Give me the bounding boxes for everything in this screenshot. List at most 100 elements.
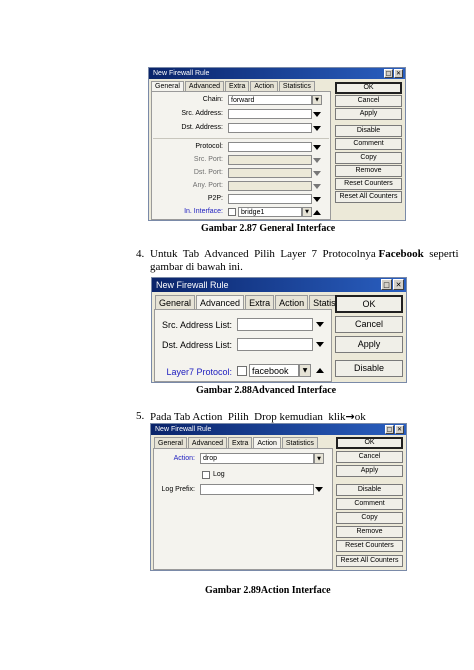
firewall-window-advanced: New Firewall Rule □ ✕ General Advanced E… [151,277,407,383]
in-interface-label: In. Interface: [184,208,223,215]
tab-extra[interactable]: Extra [228,437,253,448]
src-address-label: Src. Address: [181,110,223,117]
in-interface-dropdown-button[interactable]: ▼ [302,207,312,217]
cancel-button[interactable]: Cancel [335,316,403,333]
disable-button[interactable]: Disable [336,484,403,496]
tab-advanced[interactable]: Advanced [187,437,228,448]
p2p-expand-icon[interactable] [313,197,321,202]
dst-address-expand-icon[interactable] [313,126,321,131]
cancel-button[interactable]: Cancel [335,95,402,107]
apply-button[interactable]: Apply [335,108,402,120]
any-port-expand-icon [313,184,321,189]
tab-action[interactable]: Action [253,437,281,448]
src-port-label: Src. Port: [193,156,223,163]
log-prefix-field[interactable] [200,484,314,495]
figure-caption: Gambar 2.87 General Interface [201,223,336,234]
any-port-label: Any. Port: [192,182,223,189]
remove-button[interactable]: Remove [335,165,402,177]
dst-address-list-field[interactable] [237,338,313,351]
separator [153,138,329,139]
window-title: New Firewall Rule [155,426,212,433]
src-address-expand-icon[interactable] [313,112,321,117]
action-dropdown-button[interactable]: ▼ [314,453,324,464]
log-label: Log [213,471,225,478]
window-titlebar: New Firewall Rule □ ✕ [151,424,406,435]
dst-port-field [228,168,312,178]
layer7-dropdown-button[interactable]: ▼ [299,364,311,377]
maximize-button[interactable]: □ [385,425,394,434]
apply-button[interactable]: Apply [336,465,403,477]
disable-button[interactable]: Disable [335,360,403,377]
p2p-label: P2P: [207,195,223,202]
tab-advanced[interactable]: Advanced [196,295,245,309]
step-text: Pada Tab Action Pilih Drop kemudian klik [150,411,346,423]
src-address-field[interactable] [228,109,312,119]
src-address-list-label: Src. Address List: [161,320,232,330]
maximize-button[interactable]: □ [384,69,393,78]
log-prefix-label: Log Prefix: [161,486,195,493]
layer7-protocol-field[interactable]: facebook [249,364,299,377]
copy-button[interactable]: Copy [336,512,403,524]
tab-action[interactable]: Action [250,81,278,91]
log-checkbox[interactable] [202,471,210,479]
cancel-button[interactable]: Cancel [336,451,403,463]
window-titlebar: New Firewall Rule □ ✕ [152,278,406,292]
protocol-expand-icon[interactable] [313,145,321,150]
ok-button[interactable]: OK [335,295,403,313]
disable-button[interactable]: Disable [335,125,402,137]
layer7-collapse-icon[interactable] [316,368,324,373]
reset-counters-button[interactable]: Reset Counters [335,178,402,190]
dst-port-expand-icon [313,171,321,176]
dst-address-label: Dst. Address: [181,124,223,131]
reset-all-counters-button[interactable]: Reset All Counters [336,555,403,567]
copy-button[interactable]: Copy [335,152,402,164]
tab-advanced[interactable]: Advanced [184,81,225,91]
comment-button[interactable]: Comment [336,498,403,510]
ok-button[interactable]: OK [335,82,402,94]
protocol-label: Protocol: [195,143,223,150]
close-button[interactable]: ✕ [395,425,404,434]
in-interface-collapse-icon[interactable] [313,210,321,215]
layer7-not-checkbox[interactable] [237,366,247,376]
step-text-line: Pada Tab Action Pilih Drop kemudian klik… [150,410,366,423]
apply-button[interactable]: Apply [335,336,403,353]
in-interface-field[interactable]: bridge1 [238,207,302,217]
tab-action[interactable]: Action [275,295,309,309]
dst-address-list-expand-icon[interactable] [316,342,324,347]
firewall-window-general: New Firewall Rule □ ✕ General Advanced E… [148,67,406,221]
protocol-field[interactable] [228,142,312,152]
close-button[interactable]: ✕ [393,279,404,290]
close-button[interactable]: ✕ [394,69,403,78]
tab-extra[interactable]: Extra [245,295,275,309]
src-address-list-field[interactable] [237,318,313,331]
ok-button[interactable]: OK [336,437,403,449]
step-text: seperti [423,248,459,260]
remove-button[interactable]: Remove [336,526,403,538]
tab-general[interactable]: General [155,295,196,309]
dst-address-list-label: Dst. Address List: [161,340,232,350]
tab-general[interactable]: General [154,437,187,448]
maximize-button[interactable]: □ [381,279,392,290]
chain-dropdown-button[interactable]: ▼ [312,95,322,105]
chain-field[interactable]: forward [228,95,312,105]
action-field[interactable]: drop [200,453,314,464]
src-address-list-expand-icon[interactable] [316,322,324,327]
tab-statistics[interactable]: Statistics [281,437,318,448]
reset-counters-button[interactable]: Reset Counters [336,540,403,552]
chain-label: Chain: [202,96,223,103]
tab-general[interactable]: General [151,81,184,91]
log-prefix-expand-icon[interactable] [315,487,323,492]
reset-all-counters-button[interactable]: Reset All Counters [335,191,402,203]
tab-statistics[interactable]: Statistics [278,81,315,91]
p2p-field[interactable] [228,194,312,204]
src-port-field [228,155,312,165]
tab-extra[interactable]: Extra [225,81,250,91]
right-arrow-icon: → [345,410,355,423]
dst-address-field[interactable] [228,123,312,133]
comment-button[interactable]: Comment [335,138,402,150]
figure-caption: Gambar 2.88Advanced Interface [196,385,337,396]
window-titlebar: New Firewall Rule □ ✕ [149,68,405,79]
in-interface-not-checkbox[interactable] [228,208,236,216]
window-title: New Firewall Rule [153,70,210,77]
step-text-line2: gambar di bawah ini. [150,261,243,273]
